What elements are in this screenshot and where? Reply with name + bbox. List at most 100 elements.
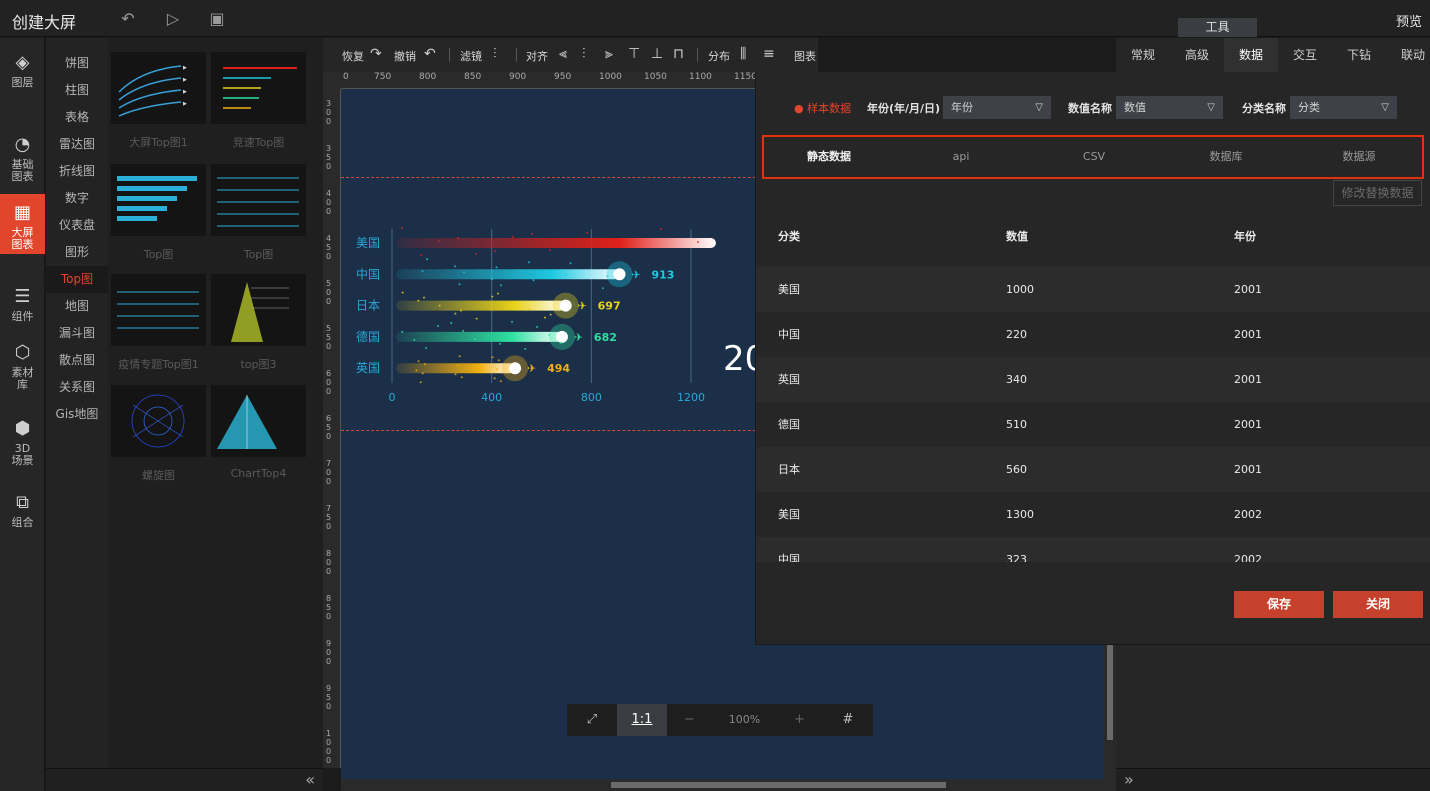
close-button[interactable]: 关闭	[1333, 591, 1423, 618]
tab-3[interactable]: 交互	[1278, 38, 1332, 72]
thumbnail[interactable]	[211, 274, 306, 346]
category-select[interactable]: 分类 ▽	[1290, 96, 1397, 119]
save-icon[interactable]: ▣	[207, 9, 227, 29]
sample-data-label[interactable]: ● 样本数据	[794, 100, 851, 116]
actual-size-button[interactable]: 1:1	[617, 704, 667, 736]
table-row[interactable]: 德国 510 2001	[756, 402, 1430, 447]
table-row[interactable]: 日本 560 2001	[756, 447, 1430, 492]
modify-data-button[interactable]: 修改替换数据	[1333, 180, 1422, 206]
source-tab-2[interactable]: CSV	[1029, 137, 1159, 177]
align-left-icon[interactable]: ⫷	[559, 46, 567, 62]
nav-item-2[interactable]: ▦ 大屏 图表	[0, 194, 45, 254]
category-item[interactable]: 数字	[46, 185, 108, 212]
chart-button[interactable]: 图表	[794, 48, 816, 64]
tab-0[interactable]: 常规	[1116, 38, 1170, 72]
align-center-icon[interactable]: ⫶	[582, 46, 586, 62]
align-button[interactable]: 对齐	[526, 48, 548, 64]
thumbnail[interactable]	[211, 52, 306, 124]
filter-chart-icon[interactable]: ⫶	[493, 46, 497, 62]
tab-1[interactable]: 高级	[1170, 38, 1224, 72]
nav-item-5[interactable]: ⬢ 3D 场景	[0, 410, 45, 478]
year-select[interactable]: 年份 ▽	[943, 96, 1051, 119]
nav-item-1[interactable]: ◔ 基础 图表	[0, 126, 45, 188]
thumbnail-label: Top图	[243, 248, 274, 261]
thumbnail[interactable]	[111, 385, 206, 457]
table-row[interactable]: 美国 1000 2001	[756, 267, 1430, 312]
source-tab-3[interactable]: 数据库	[1161, 137, 1291, 177]
category-item[interactable]: 饼图	[46, 50, 108, 77]
collapse-right-panel[interactable]: »	[1116, 768, 1430, 791]
nav-item-6[interactable]: ⧉ 组合	[0, 484, 45, 534]
play-icon[interactable]: ▷	[163, 9, 183, 29]
scrollbar-thumb[interactable]	[1107, 645, 1113, 740]
table-row[interactable]: 英国 340 2001	[756, 357, 1430, 402]
category-item[interactable]: 散点图	[46, 347, 108, 374]
align-top-icon[interactable]: ⊤	[628, 46, 640, 62]
undo-button[interactable]: 撤销	[394, 48, 416, 64]
thumbnail[interactable]	[211, 385, 306, 457]
scrollbar-thumb[interactable]	[611, 782, 946, 788]
category-item[interactable]: 漏斗图	[46, 320, 108, 347]
value-select[interactable]: 数值 ▽	[1116, 96, 1223, 119]
nav-item-3[interactable]: ☰ 组件	[0, 278, 45, 328]
back-icon[interactable]: ↶	[118, 9, 138, 29]
redo-button[interactable]: 恢复	[342, 48, 364, 64]
preview-button[interactable]: 预览	[1396, 11, 1422, 30]
sparkle	[460, 376, 463, 379]
category-item[interactable]: Gis地图	[46, 401, 108, 428]
zoom-in-icon[interactable]: +	[777, 704, 822, 736]
table-cell: 中国	[778, 553, 800, 562]
category-item[interactable]: 关系图	[46, 374, 108, 401]
thumbnail[interactable]	[111, 274, 206, 346]
source-tab-4[interactable]: 数据源	[1294, 137, 1424, 177]
thumbnail[interactable]	[111, 164, 206, 236]
bar-head	[509, 362, 522, 375]
category-item[interactable]: 雷达图	[46, 131, 108, 158]
plane-icon: ✈	[578, 300, 587, 313]
filter-button[interactable]: 滤镜	[460, 48, 482, 64]
tool-tab[interactable]: 工具	[1178, 18, 1257, 37]
thumbnail[interactable]: ▶ ▶ ▶ ▶	[111, 52, 206, 124]
table-row[interactable]: 中国 220 2001	[756, 312, 1430, 357]
category-item[interactable]: 图形	[46, 239, 108, 266]
collapse-left-panel[interactable]: «	[46, 768, 323, 791]
save-button[interactable]: 保存	[1234, 591, 1324, 618]
tab-2[interactable]: 数据	[1224, 38, 1278, 72]
align-right-icon[interactable]: ⫸	[605, 46, 613, 62]
category-item[interactable]: 仪表盘	[46, 212, 108, 239]
thumbnail[interactable]	[211, 164, 306, 236]
align-bottom-icon[interactable]: ⊓	[673, 46, 684, 62]
thumbnail-label: 大屏Top图1	[129, 136, 188, 149]
nav-item-4[interactable]: ⬡ 素材 库	[0, 334, 45, 404]
category-item[interactable]: 折线图	[46, 158, 108, 185]
table-row[interactable]: 中国 323 2002	[756, 537, 1430, 562]
category-item[interactable]: 地图	[46, 293, 108, 320]
category-item[interactable]: 表格	[46, 104, 108, 131]
align-middle-icon[interactable]: ⊥	[651, 46, 663, 62]
double-chevron-left-icon[interactable]: «	[305, 770, 315, 789]
distribute-button[interactable]: 分布	[708, 48, 730, 64]
category-item[interactable]: 柱图	[46, 77, 108, 104]
distribute-horizontal-icon[interactable]: ⫼	[740, 46, 746, 62]
tab-4[interactable]: 下钻	[1332, 38, 1386, 72]
thumbnail-label: 疫情专题Top图1	[118, 358, 199, 371]
top-chart[interactable]: 0 400 800 1200 美国中国 ✈ 913 日本 ✈ 697 德国 ✈ 682 英国 ✈ 494	[341, 89, 756, 429]
undo-icon[interactable]: ↶	[424, 46, 436, 62]
zoom-out-icon[interactable]: −	[667, 704, 712, 736]
canvas-horizontal-scrollbar[interactable]	[341, 779, 1116, 791]
source-tab-0[interactable]: 静态数据	[764, 137, 894, 177]
redo-icon[interactable]: ↷	[370, 46, 382, 62]
grid-icon[interactable]: #	[823, 704, 873, 736]
category-item[interactable]: Top图	[46, 266, 108, 293]
nav-item-label: 组件	[11, 310, 34, 323]
table-cell: 323	[1006, 553, 1027, 562]
double-chevron-right-icon[interactable]: »	[1124, 770, 1134, 789]
canvas-vertical-scrollbar[interactable]	[1104, 645, 1116, 779]
distribute-vertical-icon[interactable]: ≡	[763, 46, 775, 62]
table-row[interactable]: 美国 1300 2002	[756, 492, 1430, 537]
nav-item-0[interactable]: ◈ 图层	[0, 38, 45, 120]
source-tab-1[interactable]: api	[896, 137, 1026, 177]
sparkle	[532, 279, 535, 282]
tab-5[interactable]: 联动	[1386, 38, 1430, 72]
fit-screen-icon[interactable]: ⤢	[567, 704, 617, 736]
